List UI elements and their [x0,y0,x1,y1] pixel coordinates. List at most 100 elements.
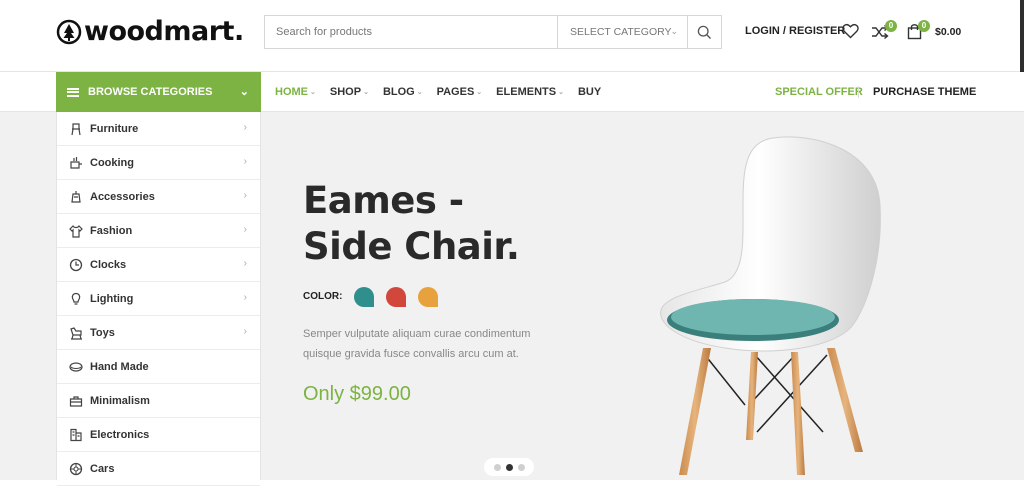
slider-dot[interactable] [493,463,501,471]
category-item-label: Fashion [90,224,133,237]
hero-price: Only $99.00 [303,383,411,405]
search-icon [697,25,711,39]
search-bar: SELECT CATEGORY ⌄ [264,15,722,49]
bulb-icon [69,292,83,306]
browse-categories-button[interactable]: BROWSE CATEGORIES ⌄ [56,72,261,112]
nav-item-label: BLOG [382,86,415,98]
chevron-right-icon: › [243,156,247,167]
cart-button[interactable]: 0 [907,20,933,42]
category-item-accessories[interactable]: Accessories › [57,180,260,214]
chevron-right-icon: › [243,326,247,337]
nav-item-label: PAGES [436,86,475,98]
category-item-label: Electronics [90,428,150,441]
accessories-icon [69,190,83,204]
hero-description: Semper vulputate aliquam curae condiment… [303,328,531,360]
category-item-label: Lighting [90,292,134,305]
nav-item-pages[interactable]: PAGES ⌄ [437,86,483,98]
special-offer-link[interactable]: SPECIAL OFFER [775,86,863,98]
chevron-right-icon: › [243,292,247,303]
compare-button[interactable]: 0 [871,20,901,42]
nav-item-label: SHOP [329,86,362,98]
chevron-down-icon: ⌄ [558,89,564,96]
nav-item-shop[interactable]: SHOP ⌄ [330,86,369,98]
category-item-clocks[interactable]: Clocks › [57,248,260,282]
category-item-lighting[interactable]: Lighting › [57,282,260,316]
nav-item-label: HOME [275,86,308,98]
hamburger-icon [67,87,79,97]
nav-item-label: ELEMENTS [496,86,557,98]
category-item-label: Minimalism [90,394,150,407]
electronics-icon [69,428,83,442]
category-item-label: Hand Made [90,360,149,373]
compare-count-badge: 0 [885,20,897,32]
category-item-fashion[interactable]: Fashion › [57,214,260,248]
wishlist-heart-icon[interactable] [842,23,859,39]
category-sidebar: Furniture › Cooking › Accessories › Fashion › Cl… [56,112,261,486]
cooking-icon [69,156,83,170]
cart-count-badge: 0 [918,20,930,32]
category-item-label: Clocks [90,258,127,271]
divider [858,86,859,98]
search-button[interactable] [687,16,721,48]
color-swatch[interactable] [418,287,438,307]
shirt-icon [69,224,83,238]
category-item-cars[interactable]: Cars [57,452,260,486]
main-navigation-bar: BROWSE CATEGORIES ⌄ HOME ⌄ SHOP ⌄ BLOG ⌄ PAGES… [0,72,1024,112]
category-item-minimalism[interactable]: Minimalism [57,384,260,418]
handmade-icon [69,360,83,374]
category-item-label: Accessories [90,190,155,203]
category-select-label: SELECT CATEGORY [570,26,672,38]
toy-horse-icon [69,326,83,340]
chevron-down-icon: ⌄ [670,26,678,36]
chevron-down-icon: ⌄ [310,89,316,96]
car-wheel-icon [69,462,83,476]
purchase-theme-link[interactable]: PURCHASE THEME [873,86,976,98]
logo-text: woodmart. [84,16,244,47]
header: woodmart. SELECT CATEGORY ⌄ LOGIN / REGI… [0,0,1024,72]
category-item-hand-made[interactable]: Hand Made [57,350,260,384]
nav-item-home[interactable]: HOME ⌄ [275,86,316,98]
nav-item-buy[interactable]: BUY [578,86,601,98]
category-item-label: Cooking [90,156,134,169]
primary-menu: HOME ⌄ SHOP ⌄ BLOG ⌄ PAGES ⌄ ELEMENTS ⌄ BUY [275,72,615,112]
nav-item-elements[interactable]: ELEMENTS ⌄ [496,86,564,98]
slider-dot[interactable] [517,463,525,471]
chevron-right-icon: › [243,258,247,269]
chair-icon [69,122,83,136]
case-icon [69,394,83,408]
category-item-toys[interactable]: Toys › [57,316,260,350]
nav-item-blog[interactable]: BLOG ⌄ [383,86,423,98]
chevron-right-icon: › [243,224,247,235]
scrollbar[interactable] [1020,0,1024,72]
slider-dot[interactable] [505,463,513,471]
color-swatch[interactable] [386,287,406,307]
logo[interactable]: woodmart. [56,16,244,47]
nav-item-label: BUY [577,86,602,98]
slider-pagination [484,458,534,476]
category-item-cooking[interactable]: Cooking › [57,146,260,180]
chevron-right-icon: › [243,190,247,201]
hero-title-line: Side Chair. [303,225,520,268]
chevron-down-icon: ⌄ [416,89,423,96]
color-label: COLOR: [303,291,343,302]
chevron-right-icon: › [243,122,247,133]
category-item-furniture[interactable]: Furniture › [57,112,260,146]
chevron-down-icon: ⌄ [239,86,249,98]
category-select[interactable]: SELECT CATEGORY ⌄ [557,16,687,48]
category-item-label: Cars [90,462,115,475]
color-swatch[interactable] [354,287,374,307]
hero-title: Eames - Side Chair. [303,178,520,270]
category-item-electronics[interactable]: Electronics [57,418,260,452]
search-input[interactable] [265,16,557,48]
chevron-down-icon: ⌄ [476,89,483,96]
eames-chair-image [660,136,881,475]
hero-title-line: Eames - [303,179,464,222]
category-item-label: Toys [90,326,115,339]
clock-icon [69,258,83,272]
tree-logo-icon [56,19,82,44]
login-register-link[interactable]: LOGIN / REGISTER [745,25,845,37]
cart-total[interactable]: $0.00 [935,26,961,38]
browse-categories-label: BROWSE CATEGORIES [88,86,213,98]
category-item-label: Furniture [90,122,139,135]
chevron-down-icon: ⌄ [363,89,369,96]
